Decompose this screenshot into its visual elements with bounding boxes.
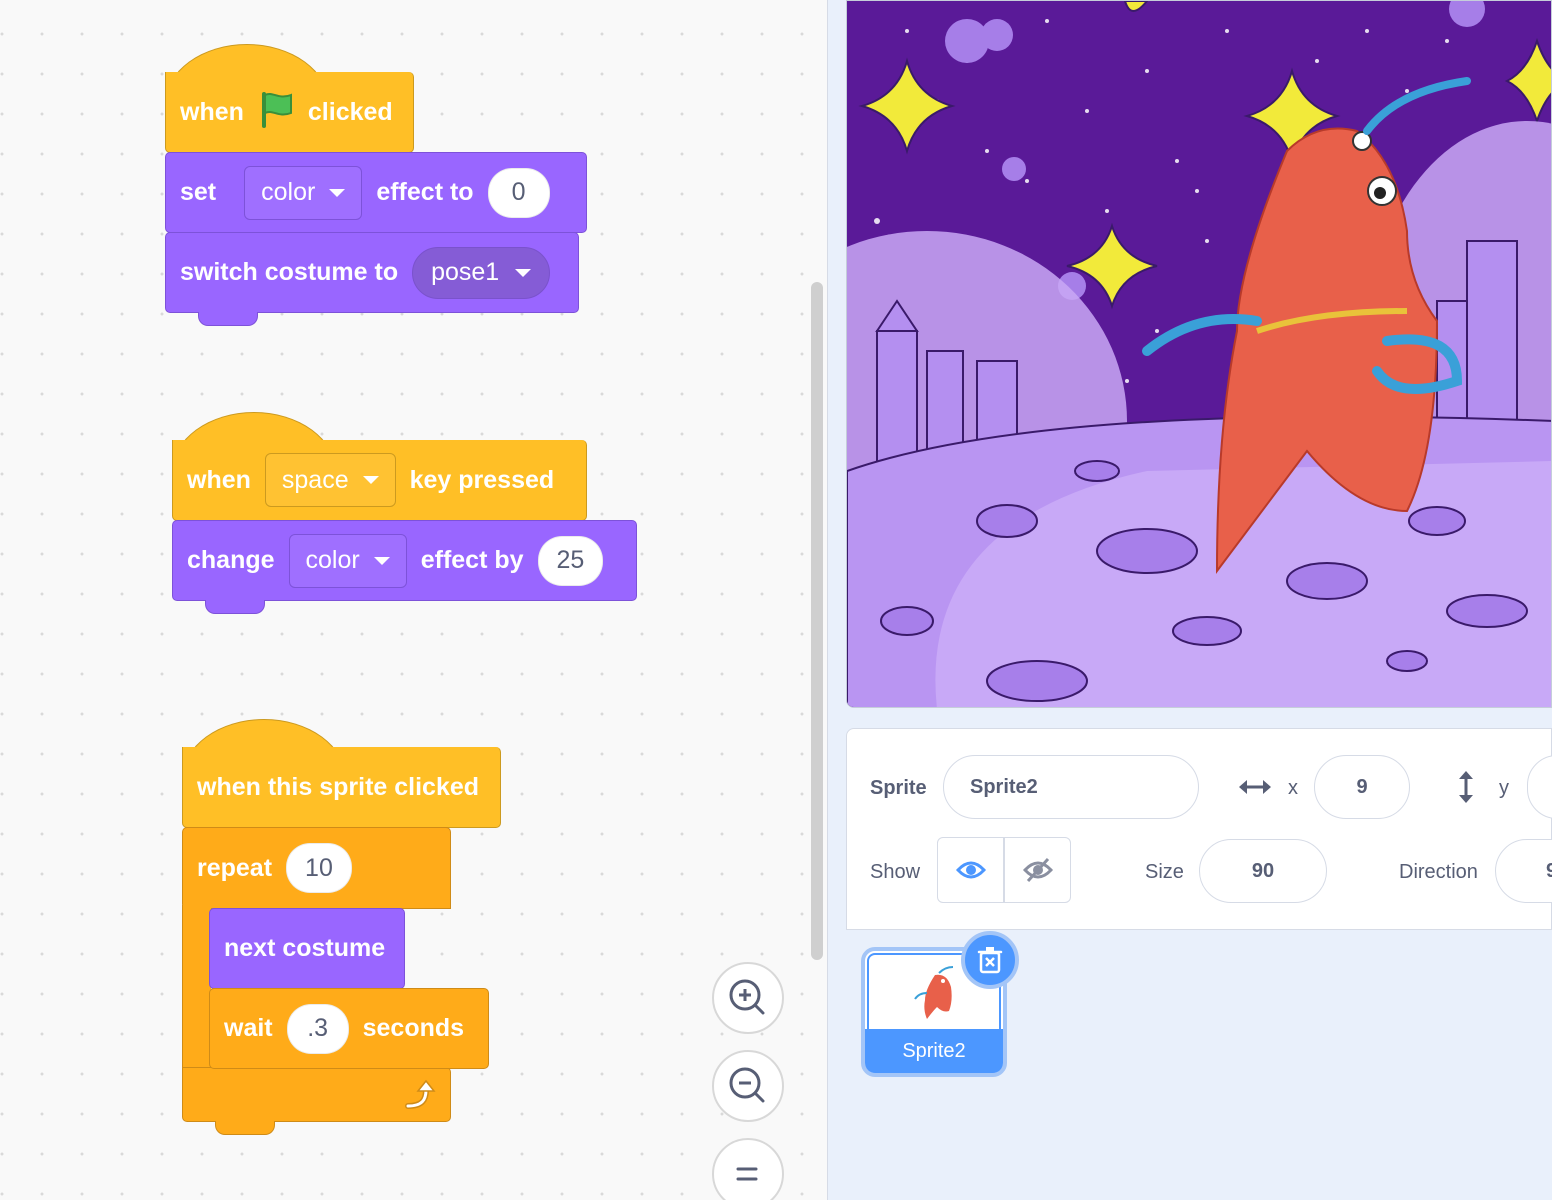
code-area-scrollbar[interactable] — [811, 282, 823, 960]
code-area[interactable]: when clicked set color effect to 0 switc… — [0, 0, 828, 1200]
set-effect-block[interactable]: set color effect to 0 — [165, 152, 587, 233]
effect-value-input[interactable]: 25 — [537, 535, 604, 586]
wait-seconds-input[interactable]: .3 — [286, 1003, 349, 1054]
when-flag-clicked-block[interactable]: when clicked — [165, 72, 414, 153]
eye-icon — [955, 861, 986, 879]
x-label: x — [1288, 777, 1298, 799]
sprite2-thumbnail-image — [914, 966, 954, 1019]
effect-value-input[interactable]: 0 — [487, 167, 550, 218]
switch-costume-block[interactable]: switch costume to pose1 — [165, 232, 579, 313]
show-sprite-button[interactable] — [937, 837, 1004, 903]
key-dropdown[interactable]: space — [264, 453, 396, 507]
zoom-out-button[interactable] — [712, 1050, 784, 1122]
size-input[interactable]: 90 — [1199, 839, 1327, 903]
sprite2-on-stage[interactable] — [1137, 71, 1477, 591]
repeat-count-input[interactable]: 10 — [286, 843, 352, 893]
y-position-icon — [1459, 771, 1473, 803]
wait-block[interactable]: wait .3 seconds — [209, 988, 489, 1069]
zoom-in-icon — [729, 979, 765, 1015]
delete-sprite-button[interactable] — [961, 931, 1019, 989]
when-sprite-clicked-block[interactable]: when this sprite clicked — [182, 747, 501, 828]
dropdown-arrow-icon — [362, 476, 379, 484]
direction-input[interactable]: 9 — [1495, 839, 1552, 903]
block-notch — [198, 312, 258, 326]
change-effect-block[interactable]: change color effect by 25 — [172, 520, 637, 601]
repeat-block-bottom — [182, 1067, 451, 1122]
trash-icon — [977, 947, 1003, 974]
zoom-out-icon — [729, 1067, 765, 1103]
effect-dropdown[interactable]: color — [244, 165, 363, 220]
sprite-label: Sprite — [870, 777, 927, 799]
x-position-icon — [1239, 780, 1271, 794]
sprite-name-input[interactable]: Sprite2 — [943, 755, 1199, 819]
green-flag-icon — [258, 90, 294, 135]
hide-sprite-button[interactable] — [1004, 837, 1071, 903]
next-costume-block[interactable]: next costume — [209, 908, 405, 989]
sprite-tile-label: Sprite2 — [865, 1029, 1003, 1073]
eye-slash-icon — [1022, 857, 1053, 883]
repeat-block-top[interactable]: repeat 10 — [182, 827, 451, 909]
when-key-pressed-block[interactable]: when space key pressed — [172, 440, 587, 521]
zoom-reset-button[interactable] — [712, 1138, 784, 1200]
zoom-reset-icon — [736, 1167, 758, 1181]
costume-dropdown[interactable]: pose1 — [412, 246, 551, 299]
effect-dropdown[interactable]: color — [288, 533, 407, 588]
repeat-block-arm — [182, 905, 211, 1071]
sprite-list: Sprite2 — [846, 930, 1552, 1200]
zoom-in-button[interactable] — [712, 962, 784, 1034]
y-label: y — [1499, 777, 1509, 799]
loop-arrow-icon — [405, 1079, 436, 1109]
dropdown-arrow-icon — [515, 268, 532, 277]
sprite-info-panel: Sprite Sprite2 x 9 y Show Size 90 Direct… — [846, 728, 1552, 930]
dropdown-arrow-icon — [329, 188, 346, 197]
size-label: Size — [1145, 861, 1184, 883]
stage[interactable] — [846, 0, 1552, 708]
block-notch — [205, 600, 265, 614]
y-position-input[interactable] — [1527, 755, 1552, 819]
x-position-input[interactable]: 9 — [1314, 755, 1410, 819]
show-label: Show — [870, 861, 921, 883]
block-notch — [215, 1121, 275, 1135]
dropdown-arrow-icon — [373, 556, 390, 565]
direction-label: Direction — [1399, 861, 1478, 883]
